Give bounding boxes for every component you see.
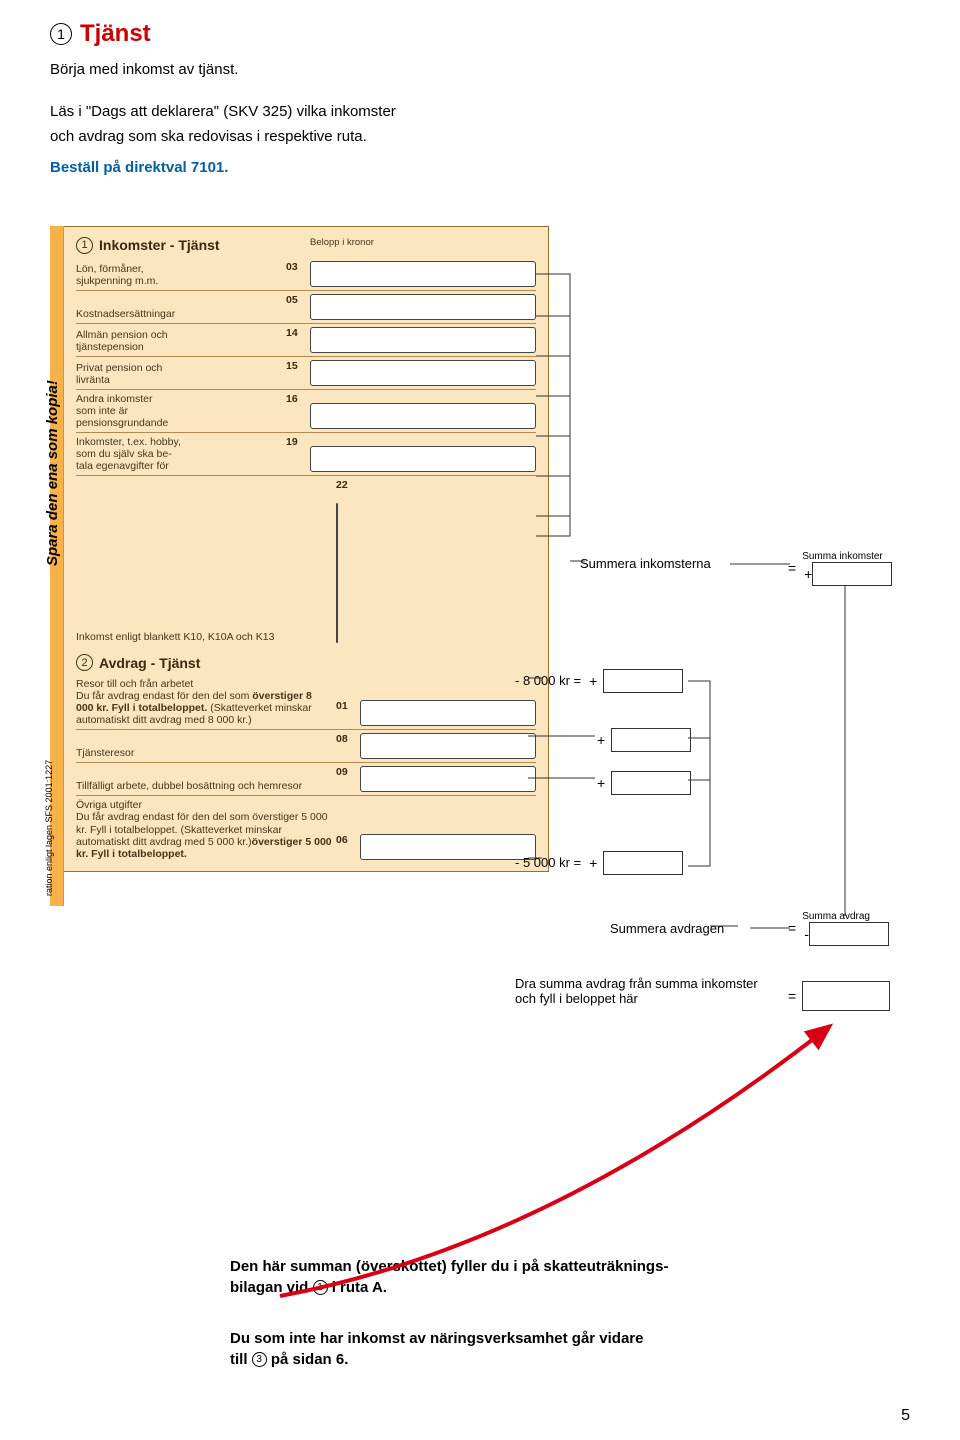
row-code: 22 xyxy=(336,476,348,500)
sum-deductions-box[interactable] xyxy=(809,922,889,946)
form-row: Privat pension och livränta15 xyxy=(76,356,536,389)
sum-incomes-box-label: Summa inkomster xyxy=(802,551,892,562)
ref-circle-3: 3 xyxy=(252,1352,267,1367)
form-row: Tillfälligt arbete, dubbel bosättning oc… xyxy=(76,762,536,795)
row-code: 09 xyxy=(336,763,360,778)
row-label: Kostnadsersättningar xyxy=(76,305,286,323)
row-label: Inkomst enligt blankett K10, K10A och K1… xyxy=(76,628,336,646)
amount-field[interactable] xyxy=(360,834,536,860)
row-code: 14 xyxy=(286,324,310,339)
form-row: Inkomster, t.ex. hobby, som du själv ska… xyxy=(76,432,536,475)
amount-field[interactable] xyxy=(360,700,536,726)
bottom-p1a: Den här summan (överskottet) fyller du i… xyxy=(230,1258,668,1275)
section2-circle: 2 xyxy=(76,654,93,671)
amount-field[interactable] xyxy=(310,294,536,320)
worksheet: Spara den ena som kopia! ration enligt l… xyxy=(50,226,910,906)
sum-incomes-label: Summera inkomsterna xyxy=(580,556,711,571)
amount-field[interactable] xyxy=(360,766,536,792)
row-label: Tillfälligt arbete, dubbel bosättning oc… xyxy=(76,777,336,795)
result-box[interactable] xyxy=(802,981,890,1011)
sum-deductions-box-label: Summa avdrag xyxy=(802,911,889,922)
minus-5000-label: - 5 000 kr = xyxy=(515,855,581,870)
bottom-p1b: bilagan vid xyxy=(230,1279,313,1296)
form-row: Resor till och från arbetetDu får avdrag… xyxy=(76,675,536,729)
row-code: 05 xyxy=(286,291,310,306)
row-label: Övriga utgifterDu får avdrag endast för … xyxy=(76,796,336,862)
equals-sign: = xyxy=(788,920,796,936)
subtract-instruction-1: Dra summa avdrag från summa inkomster xyxy=(515,976,758,991)
bottom-instructions: Den här summan (överskottet) fyller du i… xyxy=(230,1256,810,1370)
plus-sign: + xyxy=(595,732,605,748)
row-code: 08 xyxy=(336,730,360,745)
amount-field[interactable] xyxy=(310,446,536,472)
amount-field[interactable] xyxy=(310,360,536,386)
bottom-p2a: Du som inte har inkomst av näringsverksa… xyxy=(230,1330,643,1347)
amount-field[interactable] xyxy=(336,503,338,643)
intro-text: Börja med inkomst av tjänst. Läs i "Dags… xyxy=(50,60,910,147)
row-code: 16 xyxy=(286,390,310,405)
form-row: Inkomst enligt blankett K10, K10A och K1… xyxy=(76,475,536,646)
row-label: Inkomster, t.ex. hobby, som du själv ska… xyxy=(76,433,286,475)
form-row: Kostnadsersättningar05 xyxy=(76,290,536,323)
amount-field[interactable] xyxy=(310,403,536,429)
row-code: 15 xyxy=(286,357,310,372)
minus-sign: - xyxy=(802,926,809,942)
calc-box-09[interactable] xyxy=(611,771,691,795)
row-code: 19 xyxy=(286,433,310,448)
row-label: Lön, förmåner, sjukpenning m.m. xyxy=(76,260,286,290)
row-label: Allmän pension och tjänstepension xyxy=(76,326,286,356)
row-label: Tjänsteresor xyxy=(76,744,336,762)
amount-field[interactable] xyxy=(310,327,536,353)
calc-box-06[interactable] xyxy=(603,851,683,875)
form-box: 1 Inkomster - Tjänst Belopp i kronor Lön… xyxy=(64,226,549,872)
bottom-p1c: i ruta A. xyxy=(332,1279,387,1296)
intro-line-2b: och avdrag som ska redovisas i respektiv… xyxy=(50,127,910,147)
side-text-law: ration enligt lagen SFS 2001:1227 xyxy=(44,760,54,896)
equals-sign: = xyxy=(788,560,796,576)
page-number: 5 xyxy=(901,1407,910,1425)
form-row: Allmän pension och tjänstepension14 xyxy=(76,323,536,356)
intro-line-1: Börja med inkomst av tjänst. xyxy=(50,60,910,80)
form-row: Tjänsteresor08 xyxy=(76,729,536,762)
plus-sign: + xyxy=(587,673,597,689)
section-number-circle: 1 xyxy=(50,23,72,45)
side-text-spara: Spara den ena som kopia! xyxy=(44,380,61,566)
intro-line-2a: Läs i "Dags att deklarera" (SKV 325) vil… xyxy=(50,102,910,122)
plus-sign: + xyxy=(802,566,812,582)
plus-sign: + xyxy=(595,775,605,791)
section1-title: Inkomster - Tjänst xyxy=(99,237,220,253)
section1-circle: 1 xyxy=(76,237,93,254)
ref-circle-1: 1 xyxy=(313,1280,328,1295)
amount-field[interactable] xyxy=(310,261,536,287)
section2-title: Avdrag - Tjänst xyxy=(99,655,200,671)
row-label: Andra inkomster som inte är pensionsgrun… xyxy=(76,390,286,432)
page-title: Tjänst xyxy=(80,20,151,48)
bottom-p2c: på sidan 6. xyxy=(271,1351,349,1368)
sum-deductions-label: Summera avdragen xyxy=(610,921,724,936)
row-label: Privat pension och livränta xyxy=(76,359,286,389)
form-row: Övriga utgifterDu får avdrag endast för … xyxy=(76,795,536,862)
form-row: Andra inkomster som inte är pensionsgrun… xyxy=(76,389,536,432)
row-code: 06 xyxy=(336,831,360,846)
row-code: 03 xyxy=(286,258,310,273)
belopp-header: Belopp i kronor xyxy=(286,237,374,258)
minus-8000-label: - 8 000 kr = xyxy=(515,673,581,688)
calc-box-08[interactable] xyxy=(611,728,691,752)
equals-sign: = xyxy=(788,988,796,1004)
plus-sign: + xyxy=(587,855,597,871)
sum-incomes-box[interactable] xyxy=(812,562,892,586)
amount-field[interactable] xyxy=(360,733,536,759)
row-code: 01 xyxy=(336,697,360,712)
bottom-p2b: till xyxy=(230,1351,252,1368)
row-label: Resor till och från arbetetDu får avdrag… xyxy=(76,675,336,729)
calc-box-01[interactable] xyxy=(603,669,683,693)
form-row: Lön, förmåner, sjukpenning m.m.03 xyxy=(76,258,536,290)
order-link[interactable]: Beställ på direktval 7101. xyxy=(50,159,910,176)
subtract-instruction-2: och fyll i beloppet här xyxy=(515,991,638,1006)
